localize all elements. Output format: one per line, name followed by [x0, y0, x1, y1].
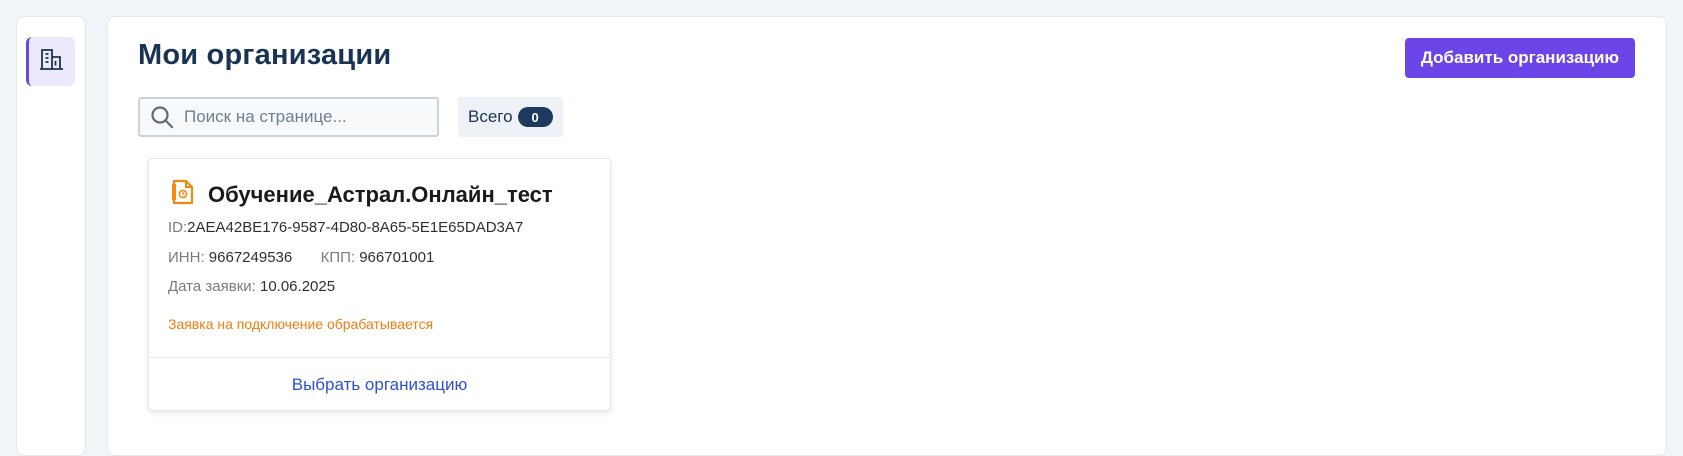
- organization-id-row: ID:2AEA42BE176-9587-4D80-8A65-5E1E65DAD3…: [168, 219, 523, 236]
- kpp-label: КПП:: [320, 249, 356, 266]
- total-counter: Всего 0: [458, 97, 563, 137]
- total-count-badge: 0: [517, 107, 553, 127]
- total-label: Всего: [468, 107, 513, 126]
- search-input[interactable]: [182, 106, 406, 128]
- search-box[interactable]: [138, 97, 439, 137]
- kpp-value: 966701001: [359, 249, 435, 266]
- search-icon: [150, 105, 174, 129]
- add-organization-button[interactable]: Добавить организацию: [1404, 38, 1635, 78]
- organization-card: Обучение_Астрал.Онлайн_тест ID:2AEA42BE1…: [148, 158, 611, 411]
- organization-building-icon: [39, 47, 65, 76]
- organization-name: Обучение_Астрал.Онлайн_тест: [208, 181, 553, 207]
- id-value: 2AEA42BE176-9587-4D80-8A65-5E1E65DAD3A7: [187, 219, 524, 236]
- document-icon: [172, 179, 194, 210]
- date-value: 10.06.2025: [259, 278, 336, 295]
- date-label: Дата заявки:: [168, 278, 256, 295]
- requisites-row: ИНН: 9667249536 КПП: 966701001: [168, 249, 434, 266]
- status-text: Заявка на подключение обрабатывается: [168, 316, 434, 332]
- card-header: Обучение_Астрал.Онлайн_тест: [172, 179, 553, 210]
- inn-label: ИНН:: [168, 249, 205, 266]
- page-title: Мои организации: [138, 39, 392, 71]
- inn-value: 9667249536: [208, 249, 293, 266]
- select-organization-link[interactable]: Выбрать организацию: [149, 358, 610, 412]
- sidebar-item-organizations[interactable]: [26, 37, 75, 86]
- sidebar: [16, 16, 86, 456]
- application-date-row: Дата заявки: 10.06.2025: [168, 278, 335, 295]
- main-panel: Мои организации Добавить организацию Все…: [107, 16, 1667, 456]
- id-label: ID:: [168, 219, 188, 236]
